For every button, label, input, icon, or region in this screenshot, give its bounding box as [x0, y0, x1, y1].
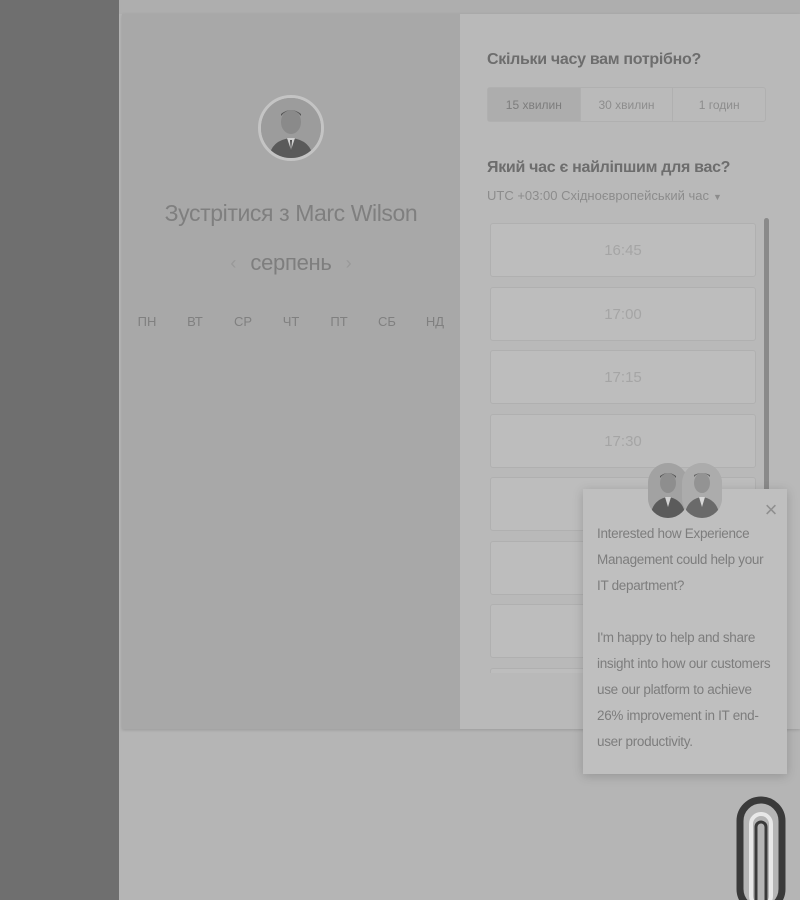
month-label: серпень — [250, 250, 332, 275]
slot-list-scrollbar[interactable] — [764, 218, 769, 495]
chat-message-1: Interested how Experience Management cou… — [597, 526, 764, 593]
duration-question: Скільки часу вам потрібно? — [487, 51, 701, 68]
duration-option-15[interactable]: 15 хвилин — [488, 88, 581, 121]
timezone-selector[interactable]: UTC +03:00 Східноєвропейський час ▼ — [487, 188, 722, 203]
month-navigator: ‹ серпень › — [122, 250, 460, 276]
time-slot[interactable]: 17:00 — [490, 287, 756, 341]
timezone-label: UTC +03:00 Східноєвропейський час — [487, 188, 709, 203]
time-slot[interactable]: 17:30 — [490, 414, 756, 468]
caret-down-icon: ▼ — [712, 192, 722, 202]
duration-selector: 15 хвилин 30 хвилин 1 годин — [487, 87, 766, 122]
duration-option-60[interactable]: 1 годин — [673, 88, 765, 121]
weekday-label: НД — [425, 314, 445, 329]
time-slot[interactable]: 16:45 — [490, 223, 756, 277]
close-icon[interactable]: × — [760, 499, 782, 522]
chat-message-2: I'm happy to help and share insight into… — [597, 630, 771, 749]
weekday-label: ПТ — [330, 314, 348, 329]
chevron-right-icon[interactable]: › — [346, 253, 352, 274]
chat-agent-avatars — [648, 463, 724, 518]
weekday-label: СБ — [378, 314, 396, 329]
chat-launcher-button[interactable] — [736, 796, 786, 900]
top-strip — [119, 0, 800, 14]
host-avatar — [258, 95, 324, 161]
chevron-left-icon[interactable]: ‹ — [230, 253, 236, 274]
weekday-label: ПН — [137, 314, 157, 329]
agent-avatar — [682, 463, 722, 518]
weekday-label: ВТ — [187, 314, 203, 329]
weekday-label: ЧТ — [282, 314, 300, 329]
left-gutter — [0, 0, 119, 900]
meeting-host-title: Зустрітися з Marc Wilson — [164, 200, 418, 226]
time-slot[interactable]: 17:15 — [490, 350, 756, 404]
weekday-header: ПН ВТ СР ЧТ ПТ СБ НД — [123, 314, 459, 329]
duration-option-30[interactable]: 30 хвилин — [581, 88, 674, 121]
weekday-label: СР — [233, 314, 253, 329]
time-question: Який час є найліпшим для вас? — [487, 159, 731, 176]
